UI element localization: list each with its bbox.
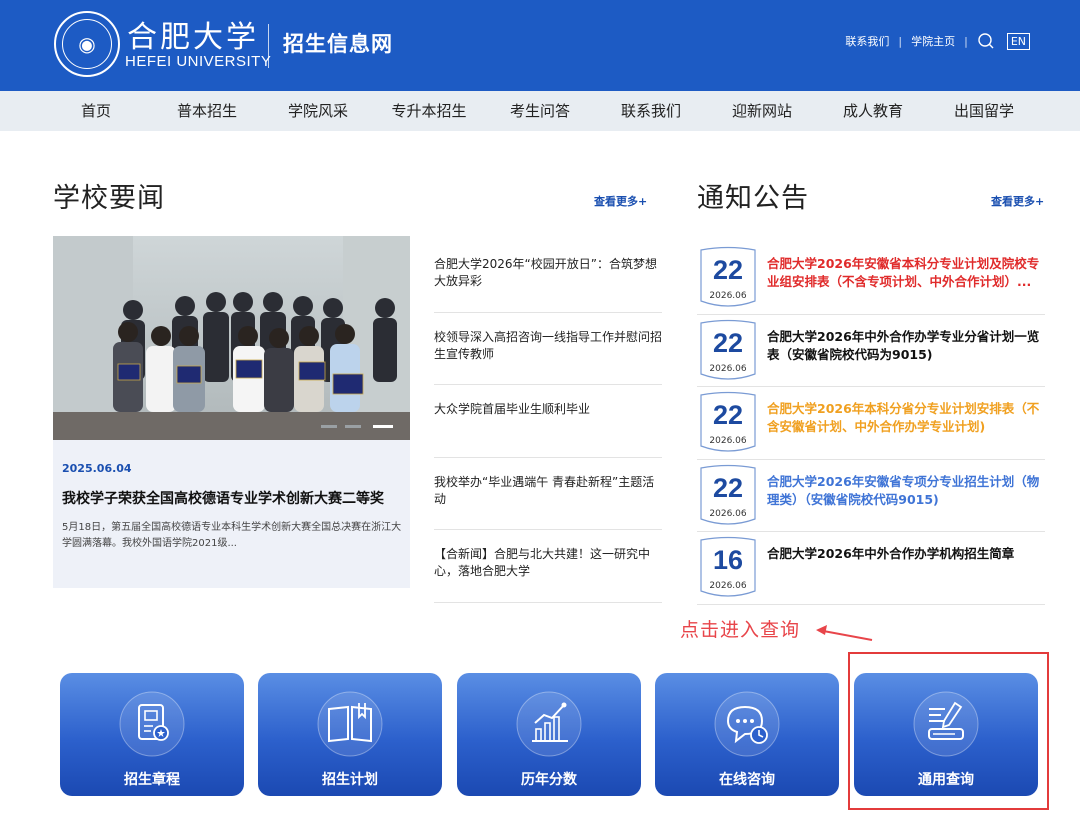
- notice-date-badge: 22 2026.06: [698, 245, 758, 309]
- language-english-button[interactable]: EN: [1006, 32, 1030, 50]
- nav-item-college-showcase[interactable]: 学院风采: [263, 91, 374, 131]
- annotation-callout-text: 点击进入查询: [680, 619, 801, 641]
- tile-admission-charter[interactable]: 招生章程: [60, 673, 244, 796]
- notice-day: 22: [712, 472, 744, 503]
- notice-month: 2026.06: [709, 581, 747, 591]
- nav-item-adult-education[interactable]: 成人教育: [818, 91, 929, 131]
- search-icon[interactable]: [977, 32, 995, 50]
- logo-chinese-name[interactable]: 合肥大学: [127, 12, 259, 56]
- notice-date-badge: 22 2026.06: [698, 463, 758, 527]
- site-name[interactable]: 招生信息网: [283, 28, 393, 58]
- notice-month: 2026.06: [709, 363, 747, 374]
- top-link-separator: |: [898, 34, 903, 48]
- nav-item-welcome-site[interactable]: 迎新网站: [707, 91, 818, 131]
- logo-english-name[interactable]: HEFEI UNIVERSITY: [125, 53, 271, 70]
- notice-title[interactable]: 合肥大学2026年中外合作办学专业分省计划一览表（安徽省院校代码为9015): [767, 328, 1045, 364]
- news-list-item[interactable]: 我校举办“毕业遇端午 青春赴新程”主题活动: [434, 458, 662, 530]
- tile-label: 招生计划: [322, 772, 378, 788]
- news-list-item[interactable]: 合肥大学2026年“校园开放日”：合筑梦想 大放异彩: [434, 240, 662, 313]
- featured-news-date: 2025.06.04: [62, 462, 132, 475]
- seal-inner-emblem-icon: ◉: [62, 19, 112, 69]
- notice-month: 2026.06: [709, 508, 747, 519]
- notice-date-badge: 22 2026.06: [698, 318, 758, 382]
- notice-item[interactable]: 22 2026.06 合肥大学2026年中外合作办学专业分省计划一览表（安徽省院…: [697, 315, 1045, 387]
- notice-month: 2026.06: [709, 291, 747, 301]
- notice-item[interactable]: 22 2026.06 合肥大学2026年本科分省分专业计划安排表（不含安徽省计划…: [697, 387, 1045, 460]
- news-list-item[interactable]: 【合新闻】合肥与北大共建！这一研究中心，落地合肥大学: [434, 530, 662, 603]
- notice-month: 2026.06: [709, 436, 747, 446]
- tile-historical-scores[interactable]: 历年分数: [457, 673, 641, 796]
- tile-label: 在线咨询: [719, 772, 775, 788]
- book-plan-icon: [317, 691, 383, 757]
- notice-item[interactable]: 22 2026.06 合肥大学2026年安徽省专项分专业招生计划（物理类）（安徽…: [697, 460, 1045, 532]
- top-link-contact[interactable]: 联系我们: [845, 33, 889, 49]
- notice-day: 16: [712, 545, 744, 575]
- nav-item-contact[interactable]: 联系我们: [596, 91, 707, 131]
- chat-clock-icon: [714, 691, 780, 757]
- logo-divider: [268, 24, 269, 68]
- tile-label: 历年分数: [521, 772, 577, 788]
- notice-title[interactable]: 合肥大学2026年安徽省专项分专业招生计划（物理类）（安徽省院校代码9015): [767, 473, 1045, 509]
- tile-general-query[interactable]: 通用查询: [854, 673, 1038, 796]
- notice-title[interactable]: 合肥大学2026年中外合作办学机构招生简章: [767, 545, 1045, 563]
- top-link-separator: |: [964, 34, 968, 48]
- nav-item-faq[interactable]: 考生问答: [485, 91, 596, 131]
- notice-date-badge: 22 2026.06: [698, 390, 758, 454]
- nav-item-home[interactable]: 首页: [41, 91, 152, 131]
- university-seal-logo[interactable]: ◉: [54, 11, 120, 77]
- query-book-icon: [913, 691, 979, 757]
- notice-list: 22 2026.06 合肥大学2026年安徽省本科分专业计划及院校专业组安排表（…: [697, 242, 1045, 605]
- top-link-homepage[interactable]: 学院主页: [911, 33, 955, 49]
- news-list-item[interactable]: 校领导深入高招咨询一线指导工作并慰问招生宣传教师: [434, 313, 662, 385]
- featured-news-photo[interactable]: [53, 236, 410, 440]
- featured-news-summary: 5月18日，第五届全国高校德语专业本科生学术创新大赛全国总决赛在浙江大学圆满落幕…: [62, 522, 402, 549]
- notice-day: 22: [712, 327, 744, 358]
- bar-chart-icon: [516, 691, 582, 757]
- featured-news-card[interactable]: 2025.06.04 我校学子荣获全国高校德语专业学术创新大赛二等奖 5月18日…: [53, 236, 410, 588]
- news-list: 合肥大学2026年“校园开放日”：合筑梦想 大放异彩 校领导深入高招咨询一线指导…: [434, 240, 662, 603]
- certificate-icon: [119, 691, 185, 757]
- annotation-arrow-icon: [816, 625, 873, 641]
- nav-item-undergraduate-admission[interactable]: 普本招生: [152, 91, 263, 131]
- tile-label: 招生章程: [124, 772, 180, 788]
- featured-news-title[interactable]: 我校学子荣获全国高校德语专业学术创新大赛二等奖: [62, 488, 407, 508]
- notices-section-title: 通知公告: [697, 183, 809, 214]
- news-list-item[interactable]: 大众学院首届毕业生顺利毕业: [434, 385, 662, 458]
- notice-day: 22: [712, 255, 744, 285]
- tile-label: 通用查询: [918, 772, 974, 788]
- nav-item-study-abroad[interactable]: 出国留学: [929, 91, 1040, 131]
- notice-title[interactable]: 合肥大学2026年安徽省本科分专业计划及院校专业组安排表（不含专项计划、中外合作…: [767, 255, 1045, 291]
- site-header: ◉ 合肥大学 HEFEI UNIVERSITY 招生信息网 联系我们 | 学院主…: [0, 0, 1080, 91]
- nav-item-upgrade-admission[interactable]: 专升本招生: [374, 91, 485, 131]
- notice-title[interactable]: 合肥大学2026年本科分省分专业计划安排表（不含安徽省计划、中外合作办学专业计划…: [767, 400, 1045, 436]
- top-links: 联系我们 | 学院主页 | EN: [845, 32, 1030, 50]
- tile-online-consult[interactable]: 在线咨询: [655, 673, 839, 796]
- notices-more-link[interactable]: 查看更多+: [991, 193, 1044, 209]
- notice-item[interactable]: 16 2026.06 合肥大学2026年中外合作办学机构招生简章: [697, 532, 1045, 605]
- main-navigation: 首页 普本招生 学院风采 专升本招生 考生问答 联系我们 迎新网站 成人教育 出…: [0, 91, 1080, 131]
- notice-day: 22: [712, 400, 744, 430]
- notice-item[interactable]: 22 2026.06 合肥大学2026年安徽省本科分专业计划及院校专业组安排表（…: [697, 242, 1045, 315]
- news-section-title: 学校要闻: [53, 183, 165, 214]
- news-more-link[interactable]: 查看更多+: [594, 193, 647, 209]
- featured-news-photo-drawing: [53, 236, 410, 440]
- tile-admission-plan[interactable]: 招生计划: [258, 673, 442, 796]
- notice-date-badge: 16 2026.06: [698, 535, 758, 599]
